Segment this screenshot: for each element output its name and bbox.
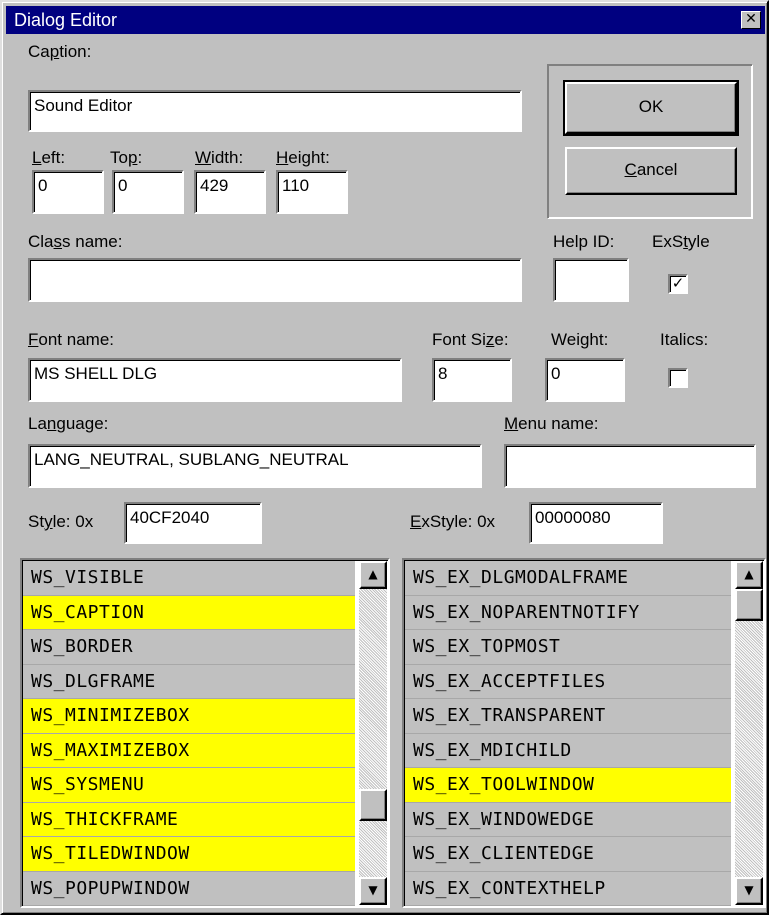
list-item[interactable]: WS_EX_ACCEPTFILES: [405, 664, 731, 699]
language-input[interactable]: LANG_NEUTRAL, SUBLANG_NEUTRAL: [28, 444, 482, 488]
width-input[interactable]: 429: [194, 170, 266, 214]
dialog-editor-window: Dialog Editor ✕ Caption: Sound Editor Le…: [0, 0, 769, 915]
list-item[interactable]: WS_EX_DLGMODALFRAME: [405, 561, 731, 596]
left-label: Left:: [32, 148, 66, 167]
weight-input[interactable]: 0: [545, 358, 625, 402]
scroll-down-icon[interactable]: ▼: [359, 877, 387, 905]
list-item[interactable]: WS_TILEDWINDOW: [23, 837, 355, 872]
list-item[interactable]: WS_EX_TOOLWINDOW: [405, 768, 731, 803]
scroll-thumb[interactable]: [735, 589, 763, 621]
font-name-input[interactable]: MS SHELL DLG: [28, 358, 402, 402]
list-item[interactable]: WS_EX_CONTEXTHELP: [405, 871, 731, 906]
list-item[interactable]: WS_BORDER: [23, 630, 355, 665]
list-item[interactable]: WS_VISIBLE: [23, 561, 355, 596]
help-id-input[interactable]: [553, 258, 629, 302]
check-icon: ✓: [671, 274, 685, 292]
font-name-label: Font name:: [28, 330, 114, 349]
style-listbox[interactable]: WS_VISIBLE WS_CAPTION WS_BORDER WS_DLGFRAME…: [20, 558, 390, 908]
font-size-input[interactable]: 8: [432, 358, 512, 402]
list-item[interactable]: WS_EX_TRANSPARENT: [405, 699, 731, 734]
exstyle-checkbox[interactable]: ✓: [668, 274, 688, 294]
list-item[interactable]: WS_CAPTION: [23, 595, 355, 630]
menu-name-label: Menu name:: [504, 414, 599, 433]
exstyle-listbox[interactable]: WS_EX_DLGMODALFRAME WS_EX_NOPARENTNOTIFY W…: [402, 558, 766, 908]
style-list: WS_VISIBLE WS_CAPTION WS_BORDER WS_DLGFRAME…: [23, 561, 355, 906]
close-icon[interactable]: ✕: [741, 11, 761, 29]
help-id-label: Help ID:: [553, 232, 615, 251]
scroll-down-icon[interactable]: ▼: [735, 877, 763, 905]
list-item[interactable]: WS_EX_TOPMOST: [405, 630, 731, 665]
style-scrollbar[interactable]: ▲ ▼: [359, 561, 387, 905]
scroll-thumb[interactable]: [359, 789, 387, 821]
style-label: Style: 0x: [28, 512, 94, 531]
height-input[interactable]: 110: [276, 170, 348, 214]
weight-label: Weight:: [551, 330, 609, 349]
exstyle-scrollbar[interactable]: ▲ ▼: [735, 561, 763, 905]
left-input[interactable]: 0: [32, 170, 104, 214]
title-bar[interactable]: Dialog Editor ✕: [6, 6, 765, 34]
font-size-label: Font Size:: [432, 330, 509, 349]
list-item[interactable]: WS_EX_WINDOWEDGE: [405, 802, 731, 837]
height-label: Height:: [276, 148, 330, 167]
ok-button[interactable]: OK: [563, 80, 739, 136]
button-group: OK Cancel: [547, 64, 753, 219]
list-item[interactable]: WS_MINIMIZEBOX: [23, 699, 355, 734]
italics-label: Italics:: [660, 330, 709, 349]
menu-name-input[interactable]: [504, 444, 756, 488]
window-title: Dialog Editor: [14, 10, 118, 30]
list-item[interactable]: WS_MAXIMIZEBOX: [23, 733, 355, 768]
list-item[interactable]: WS_EX_MDICHILD: [405, 733, 731, 768]
list-item[interactable]: WS_DLGFRAME: [23, 664, 355, 699]
list-item[interactable]: WS_EX_NOPARENTNOTIFY: [405, 595, 731, 630]
exstyle-label: ExStyle: 0x: [410, 512, 496, 531]
style-hex-input[interactable]: 40CF2040: [124, 502, 262, 544]
scroll-up-icon[interactable]: ▲: [735, 561, 763, 589]
italics-checkbox[interactable]: [668, 368, 688, 388]
cancel-button[interactable]: Cancel: [565, 147, 737, 195]
class-name-label: Class name:: [28, 232, 123, 251]
class-name-input[interactable]: [28, 258, 522, 302]
exstyle-flag-label: ExStyle: [652, 232, 710, 251]
list-item[interactable]: WS_EX_CLIENTEDGE: [405, 837, 731, 872]
exstyle-list: WS_EX_DLGMODALFRAME WS_EX_NOPARENTNOTIFY W…: [405, 561, 731, 906]
top-input[interactable]: 0: [112, 170, 184, 214]
list-item[interactable]: WS_THICKFRAME: [23, 802, 355, 837]
list-item[interactable]: WS_SYSMENU: [23, 768, 355, 803]
list-item[interactable]: WS_POPUPWINDOW: [23, 871, 355, 906]
caption-input[interactable]: Sound Editor: [28, 90, 522, 132]
exstyle-hex-input[interactable]: 00000080: [529, 502, 663, 544]
language-label: Language:: [28, 414, 109, 433]
caption-label: Caption:: [28, 42, 92, 61]
scroll-up-icon[interactable]: ▲: [359, 561, 387, 589]
top-label: Top:: [110, 148, 143, 167]
width-label: Width:: [195, 148, 244, 167]
